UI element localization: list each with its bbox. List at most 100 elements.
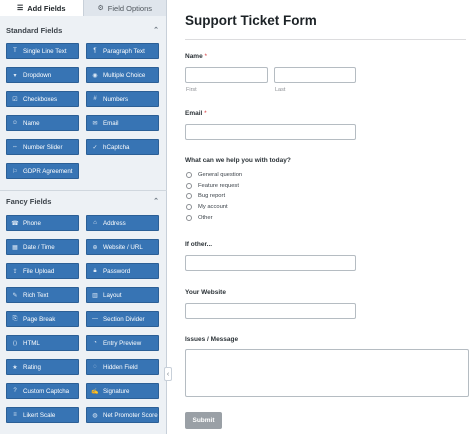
website-url-field-button[interactable]: ⊕ Website / URL — [86, 239, 159, 255]
field-button-label: Name — [23, 119, 40, 127]
entry-preview-icon: ◔ — [93, 340, 97, 346]
email-label-text: Email — [185, 110, 203, 117]
form-preview: Support Ticket Form Name * First Last Em… — [173, 0, 474, 434]
custom-captcha-field-button[interactable]: ? Custom Captcha — [6, 383, 79, 399]
layout-field-button[interactable]: ▥ Layout — [86, 287, 159, 303]
hcaptcha-icon: ✓ — [92, 144, 98, 151]
field-button-label: Rating — [23, 363, 41, 371]
field-button-label: GDPR Agreement — [23, 167, 73, 175]
file-upload-icon: ⇪ — [12, 268, 18, 275]
rating-field-button[interactable]: ★ Rating — [6, 359, 79, 375]
date-time-icon: ▦ — [12, 244, 18, 251]
field-button-label: Numbers — [103, 95, 129, 103]
section-divider-icon: — — [92, 316, 98, 322]
radio-button[interactable] — [186, 182, 192, 189]
issues-textarea[interactable] — [185, 349, 469, 397]
numbers-field-button[interactable]: # Numbers — [86, 91, 159, 107]
fancy-fields-grid: ☎ Phone ⌂ Address ▦ Date / Time ⊕ Website / URL… — [6, 215, 159, 423]
radio-option[interactable]: Other — [186, 214, 213, 221]
radio-option[interactable]: My account — [186, 204, 228, 211]
field-button-label: Hidden Field — [103, 363, 138, 371]
fields-sidebar: ☰ Add Fields ⚙ Field Options Standard Fi… — [0, 0, 167, 434]
website-input[interactable] — [185, 303, 356, 319]
entry-preview-field-button[interactable]: ◔ Entry Preview — [86, 335, 159, 351]
date-time-field-button[interactable]: ▦ Date / Time — [6, 239, 79, 255]
phone-icon: ☎ — [11, 220, 19, 227]
single-line-text-field-button[interactable]: T Single Line Text — [6, 43, 79, 59]
required-mark: * — [204, 53, 208, 60]
radio-button[interactable] — [186, 214, 192, 221]
name-field-button[interactable]: ☺ Name — [6, 115, 79, 131]
tab-add-fields[interactable]: ☰ Add Fields — [0, 0, 84, 16]
paragraph-text-field-button[interactable]: ¶ Paragraph Text — [86, 43, 159, 59]
radio-option[interactable]: Bug report — [186, 193, 225, 200]
rich-text-field-button[interactable]: ✎ Rich Text — [6, 287, 79, 303]
field-button-label: Email — [103, 119, 119, 127]
first-sublabel: First — [186, 87, 197, 93]
fancy-fields-title: Fancy Fields — [6, 196, 52, 206]
field-button-label: Website / URL — [103, 243, 143, 251]
radio-button[interactable] — [186, 172, 192, 178]
multiple-choice-field-button[interactable]: ◉ Multiple Choice — [86, 67, 159, 83]
number-slider-field-button[interactable]: ⇔ Number Slider — [6, 139, 79, 155]
radio-button[interactable] — [186, 193, 192, 200]
field-button-label: Number Slider — [23, 143, 63, 151]
if-other-input[interactable] — [185, 255, 356, 271]
page-break-field-button[interactable]: ⎘ Page Break — [6, 311, 79, 327]
custom-captcha-icon: ? — [13, 388, 17, 394]
last-name-input[interactable] — [274, 67, 356, 83]
radio-option[interactable]: Feature request — [186, 182, 239, 189]
net-promoter-score-field-button[interactable]: ◍ Net Promoter Score — [86, 407, 159, 423]
checkboxes-icon: ☑ — [12, 96, 18, 103]
hidden-field-field-button[interactable]: ◌ Hidden Field — [86, 359, 159, 375]
file-upload-field-button[interactable]: ⇪ File Upload — [6, 263, 79, 279]
field-button-label: HTML — [23, 339, 40, 347]
likert-scale-field-button[interactable]: ≡ Likert Scale — [6, 407, 79, 423]
email-input[interactable] — [185, 124, 356, 140]
section-divider-field-button[interactable]: — Section Divider — [86, 311, 159, 327]
password-icon: 🔒︎ — [93, 267, 97, 274]
website-url-icon: ⊕ — [92, 244, 98, 251]
if-other-label: If other... — [185, 241, 213, 248]
standard-fields-header[interactable]: Standard Fields ⌃ — [0, 24, 167, 36]
field-button-label: Layout — [103, 291, 122, 299]
field-button-label: File Upload — [23, 267, 55, 275]
standard-fields-title: Standard Fields — [6, 25, 63, 35]
field-button-label: Multiple Choice — [103, 71, 146, 79]
field-button-label: Custom Captcha — [23, 387, 70, 395]
radio-option[interactable]: General question — [186, 172, 242, 178]
radio-button[interactable] — [186, 204, 192, 211]
fancy-fields-header[interactable]: Fancy Fields ⌃ — [0, 195, 167, 207]
checkboxes-field-button[interactable]: ☑ Checkboxes — [6, 91, 79, 107]
phone-field-button[interactable]: ☎ Phone — [6, 215, 79, 231]
layout-icon: ▥ — [92, 292, 98, 299]
tab-field-options[interactable]: ⚙ Field Options — [83, 0, 166, 16]
last-sublabel: Last — [275, 87, 286, 93]
tab-add-fields-label: Add Fields — [27, 3, 66, 13]
email-label: Email * — [185, 110, 207, 117]
standard-fields-grid: T Single Line Text ¶ Paragraph Text ▾ Dropdow… — [6, 43, 159, 179]
first-name-input[interactable] — [185, 67, 268, 83]
section-divider — [0, 190, 167, 191]
html-field-button[interactable]: ⟨⟩ HTML — [6, 335, 79, 351]
page-break-icon: ⎘ — [12, 315, 18, 322]
hcaptcha-field-button[interactable]: ✓ hCaptcha — [86, 139, 159, 155]
field-button-label: Likert Scale — [23, 411, 56, 419]
password-field-button[interactable]: 🔒︎ Password — [86, 263, 159, 279]
field-button-label: Net Promoter Score — [103, 411, 158, 419]
gdpr-agreement-field-button[interactable]: ⚐ GDPR Agreement — [6, 163, 79, 179]
field-button-label: Address — [103, 219, 126, 227]
list-icon: ☰ — [16, 5, 24, 12]
collapse-sidebar-button[interactable]: ‹ — [164, 367, 172, 381]
email-icon: ✉ — [92, 120, 98, 127]
multiple-choice-icon: ◉ — [92, 72, 98, 79]
signature-field-button[interactable]: ✍ Signature — [86, 383, 159, 399]
address-field-button[interactable]: ⌂ Address — [86, 215, 159, 231]
email-field-button[interactable]: ✉ Email — [86, 115, 159, 131]
field-button-label: Phone — [23, 219, 41, 227]
submit-button[interactable]: Submit — [185, 412, 222, 429]
tab-field-options-label: Field Options — [107, 3, 152, 13]
field-button-label: Section Divider — [103, 315, 145, 323]
gdpr-agreement-icon: ⚐ — [12, 168, 18, 175]
dropdown-field-button[interactable]: ▾ Dropdown — [6, 67, 79, 83]
